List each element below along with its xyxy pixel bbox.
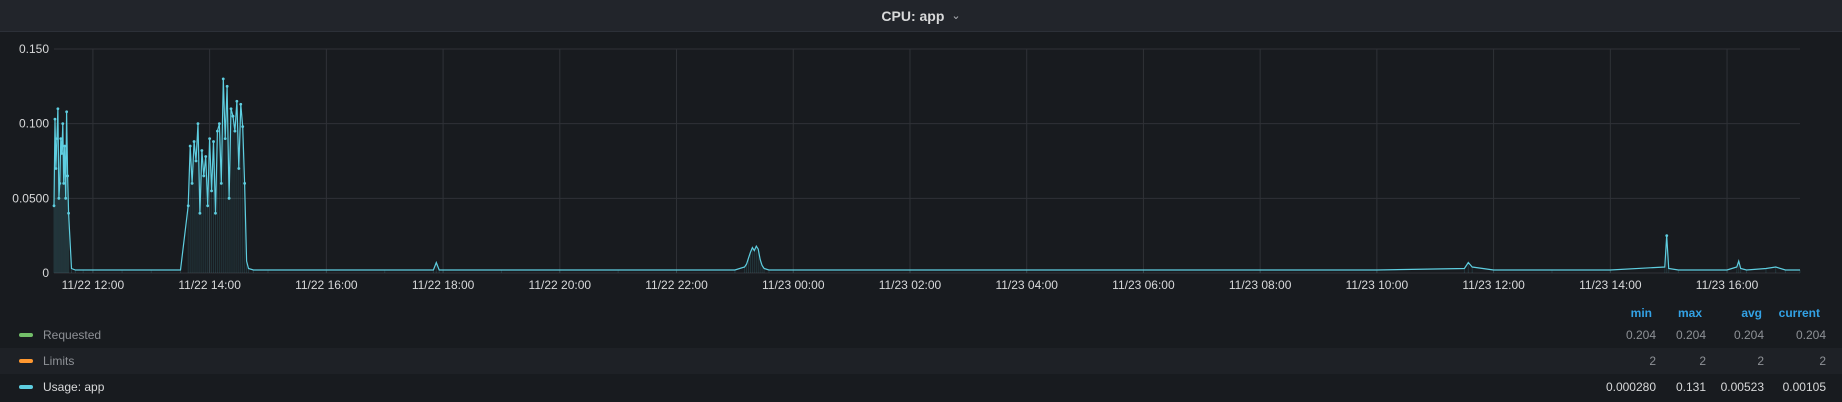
data-point bbox=[216, 129, 219, 133]
chevron-down-icon[interactable]: ⌄ bbox=[951, 9, 960, 22]
data-point bbox=[192, 140, 196, 143]
data-point bbox=[66, 174, 70, 178]
x-tick-label: 11/22 12:00 bbox=[62, 278, 125, 292]
data-point bbox=[1665, 234, 1669, 238]
y-tick-label: 0.100 bbox=[19, 117, 49, 131]
data-point bbox=[55, 137, 59, 140]
x-tick-label: 11/23 06:00 bbox=[1112, 278, 1175, 292]
data-point bbox=[54, 167, 58, 170]
data-point bbox=[210, 189, 213, 193]
legend-value-avg: 2 bbox=[1757, 354, 1764, 368]
data-point bbox=[235, 99, 239, 103]
data-point bbox=[194, 159, 198, 163]
data-point bbox=[65, 110, 69, 114]
x-tick-label: 11/23 08:00 bbox=[1229, 278, 1292, 292]
legend-series-name[interactable]: Usage: app bbox=[43, 380, 104, 394]
data-point bbox=[214, 211, 217, 215]
data-point bbox=[239, 102, 243, 106]
legend-swatch-limits[interactable] bbox=[19, 359, 33, 363]
data-point bbox=[60, 152, 64, 155]
legend-header-max[interactable]: max bbox=[1662, 306, 1702, 322]
data-point bbox=[241, 125, 245, 129]
legend-value-current: 2 bbox=[1819, 354, 1826, 368]
legend-swatch-usage[interactable] bbox=[19, 385, 33, 389]
panel-header[interactable]: CPU: app ⌄ bbox=[0, 0, 1842, 32]
x-tick-label: 11/23 12:00 bbox=[1462, 278, 1525, 292]
x-tick-label: 11/23 10:00 bbox=[1346, 278, 1409, 292]
data-point bbox=[53, 117, 57, 121]
data-point bbox=[202, 174, 206, 178]
legend-series-name[interactable]: Requested bbox=[43, 328, 101, 342]
data-point bbox=[58, 182, 62, 185]
data-point bbox=[52, 204, 56, 208]
series-line-usage bbox=[53, 78, 1800, 271]
data-point bbox=[227, 196, 231, 200]
x-tick-label: 11/22 16:00 bbox=[295, 278, 358, 292]
data-point bbox=[221, 77, 225, 81]
data-point bbox=[57, 196, 61, 200]
data-point bbox=[198, 211, 202, 215]
x-tick-label: 11/23 04:00 bbox=[995, 278, 1058, 292]
data-point bbox=[59, 137, 63, 140]
data-point bbox=[223, 137, 227, 140]
x-tick-label: 11/22 22:00 bbox=[645, 278, 708, 292]
legend-row-usage[interactable]: Usage: app 0.000280 0.131 0.00523 0.0010… bbox=[0, 374, 1842, 400]
panel-title[interactable]: CPU: app bbox=[881, 8, 944, 24]
data-point bbox=[231, 114, 235, 118]
legend-value-current: 0.204 bbox=[1795, 328, 1826, 342]
x-tick-label: 11/22 14:00 bbox=[178, 278, 241, 292]
data-point bbox=[67, 211, 70, 215]
legend-value-avg: 0.00523 bbox=[1720, 380, 1764, 394]
y-tick-label: 0.0500 bbox=[12, 191, 49, 205]
data-point bbox=[196, 122, 200, 126]
data-point bbox=[225, 84, 229, 88]
legend-header-current[interactable]: current bbox=[1762, 306, 1820, 322]
data-point bbox=[186, 204, 190, 208]
legend-header-avg[interactable]: avg bbox=[1712, 306, 1762, 322]
x-tick-label: 11/23 14:00 bbox=[1579, 278, 1642, 292]
legend-row-requested[interactable]: Requested 0.204 0.204 0.204 0.204 bbox=[0, 322, 1842, 348]
x-tick-label: 11/22 18:00 bbox=[412, 278, 475, 292]
data-point bbox=[219, 182, 223, 185]
legend-value-avg: 0.204 bbox=[1733, 328, 1764, 342]
data-point bbox=[64, 196, 68, 200]
x-tick-label: 11/22 20:00 bbox=[529, 278, 592, 292]
data-point bbox=[206, 204, 210, 208]
legend-header-min[interactable]: min bbox=[1612, 306, 1652, 322]
x-tick-label: 11/23 02:00 bbox=[879, 278, 942, 292]
legend-row-limits[interactable]: Limits 2 2 2 2 bbox=[0, 348, 1842, 374]
legend-swatch-requested[interactable] bbox=[19, 333, 33, 337]
y-tick-label: 0.150 bbox=[19, 42, 49, 56]
data-point bbox=[212, 140, 215, 143]
y-tick-label: 0 bbox=[42, 266, 49, 280]
data-point bbox=[190, 182, 194, 185]
data-point bbox=[229, 107, 233, 111]
data-point bbox=[61, 122, 65, 126]
data-point bbox=[188, 144, 192, 148]
data-point bbox=[200, 149, 204, 152]
data-point bbox=[63, 144, 67, 148]
data-point bbox=[204, 155, 208, 158]
data-point bbox=[217, 122, 221, 126]
x-tick-label: 11/23 16:00 bbox=[1696, 278, 1759, 292]
data-point bbox=[237, 167, 241, 170]
legend-series-name[interactable]: Limits bbox=[43, 354, 74, 368]
legend-value-current: 0.00105 bbox=[1782, 380, 1826, 394]
cpu-chart[interactable]: 0.150 0.100 0.0500 0 11/22 12:00 11/22 14:00 1… bbox=[0, 32, 1842, 302]
data-point bbox=[62, 182, 66, 185]
data-point bbox=[243, 182, 247, 185]
x-tick-label: 11/23 00:00 bbox=[762, 278, 825, 292]
data-point bbox=[208, 137, 212, 140]
data-point bbox=[56, 107, 60, 111]
data-point bbox=[233, 129, 237, 133]
cpu-panel: CPU: app ⌄ 0.150 0.100 0.0500 0 11/22 12:00 1… bbox=[0, 0, 1842, 402]
